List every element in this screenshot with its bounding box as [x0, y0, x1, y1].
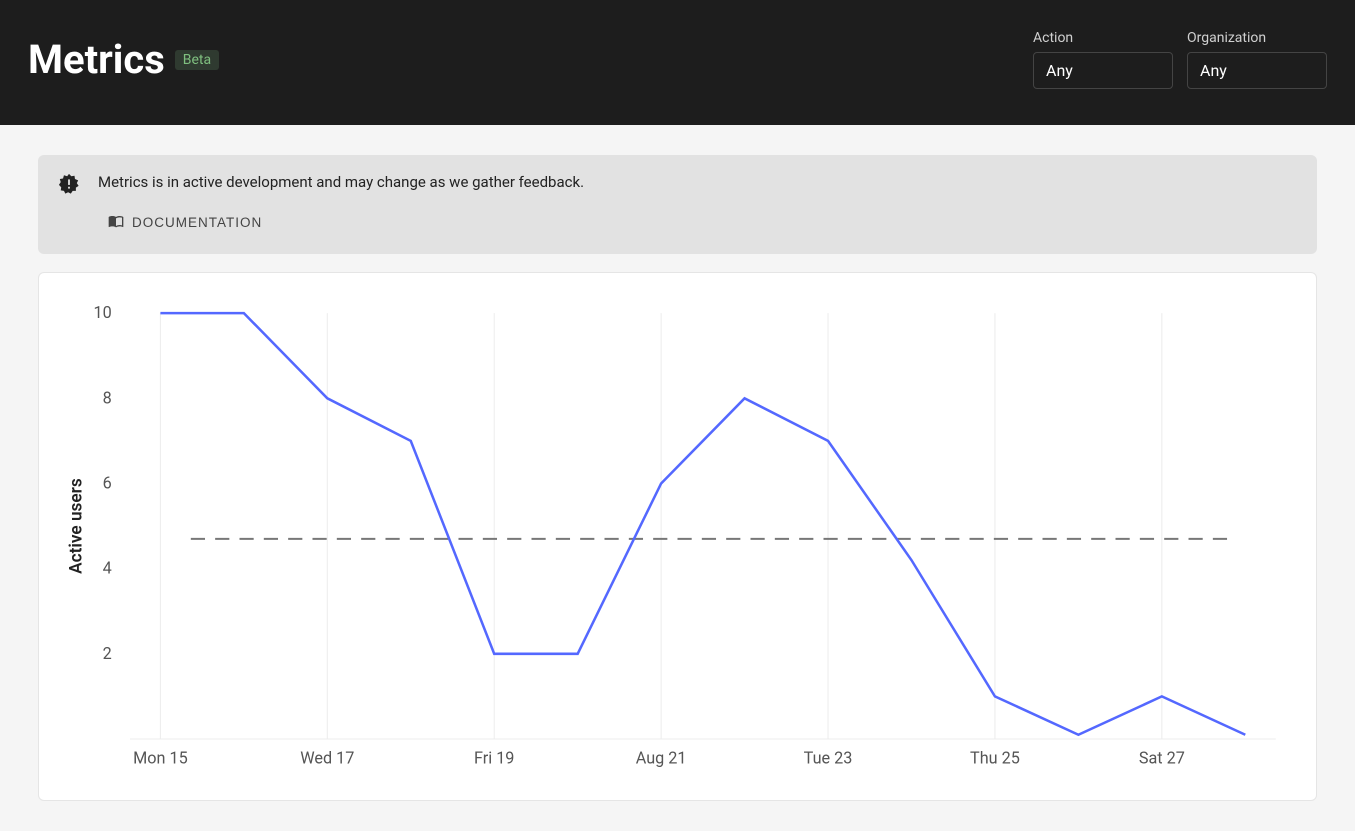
y-tick-label: 10	[93, 303, 111, 322]
x-tick-label: Aug 21	[636, 748, 687, 767]
beta-badge: Beta	[175, 50, 219, 70]
action-filter-label: Action	[1033, 30, 1173, 46]
page-title: Metrics	[28, 36, 165, 83]
action-filter-select[interactable]: Any	[1033, 52, 1173, 89]
y-tick-label: 2	[103, 644, 112, 663]
action-filter: Action Any	[1033, 30, 1173, 89]
y-axis-label: Active users	[66, 478, 86, 574]
x-tick-label: Fri 19	[474, 748, 514, 767]
new-release-icon	[58, 173, 80, 199]
chart-area: 2 4 6 8 10 Active users Mon 15 Wed 17 Fri 19 Aug …	[59, 303, 1296, 780]
filter-bar: Action Any Organization Any	[1033, 30, 1327, 89]
x-tick-label: Tue 23	[804, 748, 853, 767]
organization-filter: Organization Any	[1187, 30, 1327, 89]
y-tick-label: 6	[103, 474, 112, 493]
active-users-line-chart: 2 4 6 8 10 Active users Mon 15 Wed 17 Fri 19 Aug …	[59, 303, 1296, 780]
x-tick-label: Thu 25	[970, 748, 1020, 767]
documentation-button[interactable]: DOCUMENTATION	[98, 205, 272, 240]
organization-filter-label: Organization	[1187, 30, 1327, 46]
book-icon	[108, 213, 124, 232]
title-wrap: Metrics Beta	[28, 36, 219, 83]
page-body: Metrics is in active development and may…	[0, 125, 1355, 831]
y-tick-label: 8	[103, 388, 112, 407]
y-tick-label: 4	[103, 559, 112, 578]
notice-content: Metrics is in active development and may…	[98, 173, 1297, 240]
x-tick-label: Mon 15	[133, 748, 188, 767]
x-tick-label: Sat 27	[1139, 748, 1185, 767]
organization-filter-select[interactable]: Any	[1187, 52, 1327, 89]
notice-message: Metrics is in active development and may…	[98, 173, 1297, 191]
page-header: Metrics Beta Action Any Organization Any	[0, 0, 1355, 125]
active-users-chart-card: 2 4 6 8 10 Active users Mon 15 Wed 17 Fri 19 Aug …	[38, 272, 1317, 801]
documentation-button-label: DOCUMENTATION	[132, 215, 262, 230]
x-tick-label: Wed 17	[300, 748, 354, 767]
data-line	[160, 313, 1245, 735]
info-notice: Metrics is in active development and may…	[38, 155, 1317, 254]
